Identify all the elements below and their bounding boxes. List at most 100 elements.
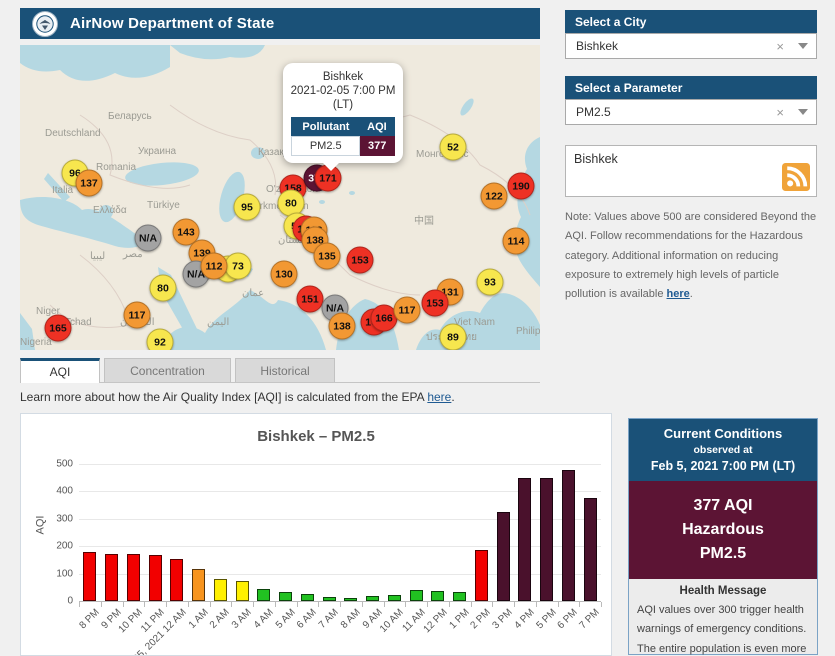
- tab-concentration[interactable]: Concentration: [104, 358, 231, 382]
- aqi-marker[interactable]: 52: [440, 134, 467, 161]
- chart-bar[interactable]: [192, 569, 205, 601]
- current-conditions-panel: Current Conditions observed at Feb 5, 20…: [628, 418, 818, 655]
- map-country-label: Deutschland: [45, 128, 101, 139]
- chart-bar[interactable]: [475, 550, 488, 602]
- aqi-marker[interactable]: 151: [297, 286, 324, 313]
- aqi-marker[interactable]: 138: [329, 313, 356, 340]
- chart-x-tick-mark: [318, 602, 319, 607]
- aqi-marker[interactable]: 122: [481, 183, 508, 210]
- map-country-label: 中国: [414, 212, 434, 227]
- state-department-seal-icon: [32, 11, 58, 37]
- chart-bar[interactable]: [301, 594, 314, 601]
- chart-bar[interactable]: [410, 590, 423, 601]
- chart-bar[interactable]: [170, 559, 183, 601]
- chart-bar[interactable]: [388, 595, 401, 601]
- chart-bar[interactable]: [584, 498, 597, 601]
- chart-x-tick-mark: [340, 602, 341, 607]
- aqi-marker[interactable]: 92: [147, 329, 174, 351]
- aqi-marker[interactable]: 153: [422, 290, 449, 317]
- chart-x-tick-label: 8 PM: [77, 607, 101, 631]
- aqi-marker[interactable]: N/A: [135, 225, 162, 252]
- aqi-marker[interactable]: 89: [440, 324, 467, 351]
- city-caret-icon[interactable]: [798, 43, 808, 54]
- aqi-marker[interactable]: 93: [477, 269, 504, 296]
- parameter-select[interactable]: PM2.5 ×: [565, 99, 817, 125]
- conditions-pollutant: PM2.5: [633, 542, 813, 566]
- chart-bar[interactable]: [431, 591, 444, 601]
- parameter-caret-icon[interactable]: [798, 109, 808, 120]
- aqi-marker[interactable]: 117: [394, 297, 421, 324]
- chart-bar[interactable]: [323, 597, 336, 601]
- chart-bar[interactable]: [214, 579, 227, 601]
- chart-bar[interactable]: [518, 478, 531, 601]
- map-country-label: عمان: [242, 288, 264, 299]
- rss-feed-box: Bishkek: [565, 145, 817, 197]
- health-message-text: AQI values over 300 trigger health warni…: [637, 601, 809, 656]
- parameter-clear-icon[interactable]: ×: [776, 105, 784, 120]
- airnow-app: AirNow Department of State: [0, 0, 835, 656]
- conditions-aqi-value: 377 AQI: [633, 494, 813, 518]
- chart-bar[interactable]: [236, 581, 249, 601]
- chart-x-tick-mark: [231, 602, 232, 607]
- aqi-marker[interactable]: 190: [508, 173, 535, 200]
- rss-icon[interactable]: [782, 163, 810, 191]
- chart-y-tick-label: 500: [33, 459, 73, 470]
- map-country-label: Ελλάδα: [93, 205, 127, 216]
- view-tabs: AQIConcentrationHistorical: [20, 358, 540, 383]
- note-before: Note: Values above 500 are considered Be…: [565, 211, 816, 300]
- note-link[interactable]: here: [667, 288, 690, 300]
- chart-bar[interactable]: [257, 589, 270, 601]
- aqi-marker[interactable]: 112: [201, 253, 228, 280]
- map-country-label: Украина: [138, 146, 176, 157]
- chart-bar[interactable]: [149, 555, 162, 601]
- aqi-marker[interactable]: 80: [150, 275, 177, 302]
- chart-x-tick-label: 1 AM: [187, 607, 211, 631]
- city-clear-icon[interactable]: ×: [776, 39, 784, 54]
- chart-bar[interactable]: [127, 554, 140, 601]
- chart-x-tick-label: 6 AM: [295, 607, 319, 631]
- chart-plot-area: 01002003004005008 PM9 PM10 PM11 PMFeb 05…: [79, 464, 601, 601]
- chart-x-tick-mark: [123, 602, 124, 607]
- popup-city: Bishkek: [288, 70, 398, 84]
- tab-historical[interactable]: Historical: [235, 358, 335, 382]
- aqi-marker[interactable]: 117: [124, 302, 151, 329]
- tab-aqi[interactable]: AQI: [20, 358, 100, 383]
- chart-bar[interactable]: [83, 552, 96, 601]
- map-country-label: ليبيا: [90, 251, 105, 262]
- parameter-select-value: PM2.5: [576, 105, 611, 119]
- chart-x-tick-mark: [601, 602, 602, 607]
- conditions-datetime: Feb 5, 2021 7:00 PM (LT): [633, 459, 813, 473]
- chart-x-tick-label: 2 PM: [469, 607, 493, 631]
- popup-table: Pollutant AQI PM2.5 377: [291, 117, 395, 156]
- aqi-marker[interactable]: 73: [225, 253, 252, 280]
- learn-more-link[interactable]: here: [427, 390, 451, 404]
- city-select[interactable]: Bishkek ×: [565, 33, 817, 59]
- chart-bar[interactable]: [562, 470, 575, 601]
- aqi-marker[interactable]: 95: [234, 194, 261, 221]
- chart-bar[interactable]: [105, 554, 118, 601]
- conditions-observed-at: observed at: [633, 444, 813, 456]
- chart-x-tick-mark: [144, 602, 145, 607]
- map-country-label: Nigeria: [20, 337, 52, 348]
- chart-bar[interactable]: [540, 478, 553, 601]
- chart-x-tick-label: 5 PM: [534, 607, 558, 631]
- learn-more-after: .: [451, 390, 454, 404]
- aqi-map[interactable]: DeutschlandБеларусьУкраинаRomaniaItaliaΕ…: [20, 45, 540, 350]
- aqi-marker[interactable]: 153: [347, 247, 374, 274]
- chart-bar[interactable]: [453, 592, 466, 601]
- chart-bar[interactable]: [344, 598, 357, 601]
- aqi-marker[interactable]: 130: [271, 261, 298, 288]
- aqi-marker[interactable]: 135: [314, 243, 341, 270]
- popup-timezone: (LT): [288, 98, 398, 112]
- chart-x-tick-mark: [253, 602, 254, 607]
- note-text: Note: Values above 500 are considered Be…: [565, 208, 820, 304]
- aqi-marker[interactable]: 137: [76, 170, 103, 197]
- aqi-marker[interactable]: 114: [503, 228, 530, 255]
- aqi-marker[interactable]: 165: [45, 315, 72, 342]
- conditions-category: Hazardous: [633, 518, 813, 542]
- chart-y-tick-label: 300: [33, 513, 73, 524]
- conditions-aqi-block: 377 AQI Hazardous PM2.5: [629, 481, 817, 579]
- chart-bar[interactable]: [366, 596, 379, 601]
- chart-bar[interactable]: [497, 512, 510, 601]
- chart-bar[interactable]: [279, 592, 292, 601]
